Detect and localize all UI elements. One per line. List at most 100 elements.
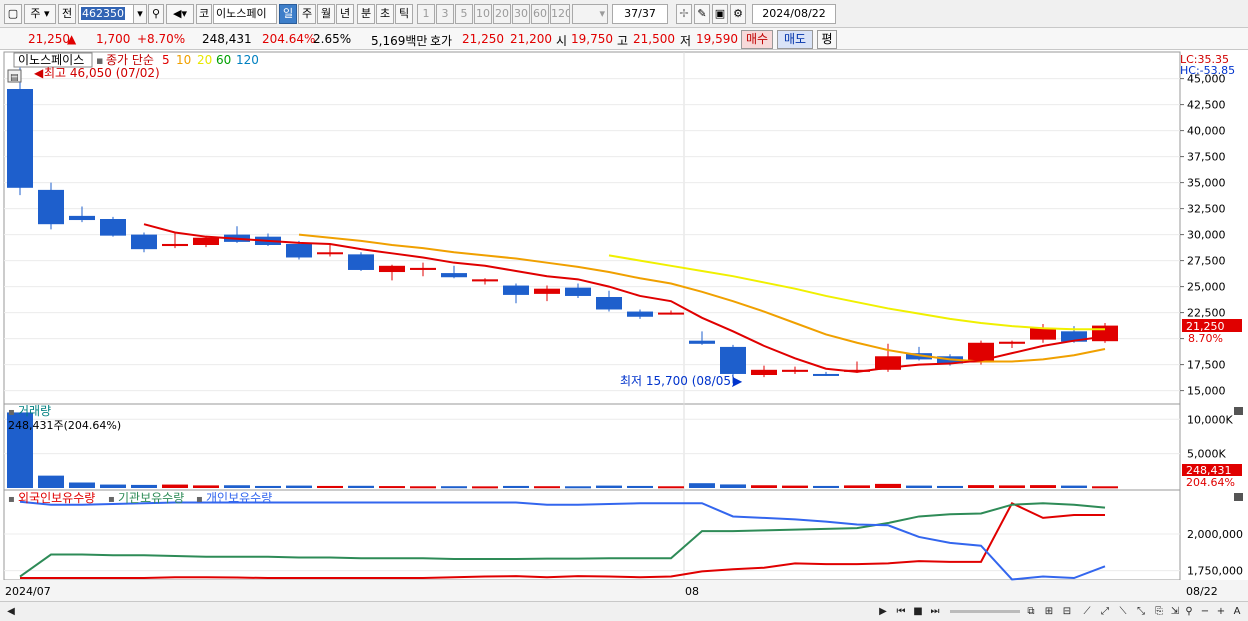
candle-body <box>348 254 374 270</box>
sell-button[interactable]: 매도 <box>777 30 813 49</box>
volume-bar <box>968 485 994 488</box>
zoom-search-icon[interactable]: ⚲ <box>1182 605 1196 619</box>
chart-scrollbar[interactable]: ◀ ▶ ⏮ ■ ⏭ ⧉ ⊞ ⊟ ⟋ ⤢ ⟍ ⤡ ⎘ ⇲ ⚲ − + A <box>0 601 1248 621</box>
stock-chart[interactable]: 15,00017,50022,50025,00027,50030,00032,5… <box>0 51 1248 601</box>
draw-channel-icon[interactable]: ⤡ <box>1134 605 1148 619</box>
data-counter-field[interactable]: 37/37 <box>612 4 668 24</box>
rewind-icon[interactable]: ⏮ <box>894 605 908 619</box>
volume-bar <box>627 486 653 488</box>
zoom-out-icon[interactable]: − <box>1198 605 1212 619</box>
holding-panel-close-icon[interactable] <box>1234 493 1243 501</box>
candle-body <box>286 244 312 258</box>
volume-bar <box>534 486 560 488</box>
code-dropdown-chevron-icon[interactable]: ▾ <box>133 4 147 24</box>
date-field[interactable]: 2024/08/22 <box>752 4 836 24</box>
search-icon[interactable]: ⚲ <box>148 4 164 24</box>
stock-code-value: 462350 <box>81 7 125 20</box>
volume-bar <box>410 486 436 488</box>
interval-3-button[interactable]: 3 <box>436 4 454 24</box>
window-tile-icon[interactable]: ⧉ <box>1024 605 1038 619</box>
settings-gear-icon[interactable]: ⚙ <box>730 4 746 24</box>
copy-icon[interactable]: ⎘ <box>1152 605 1166 619</box>
candle-body <box>38 190 64 224</box>
stop-icon[interactable]: ■ <box>911 605 925 619</box>
price-tick-label: 37,500 <box>1187 151 1226 164</box>
low-annotation: 최저 15,700 (08/05) <box>620 374 736 388</box>
volume-bar <box>751 485 777 488</box>
zoom-slider-track[interactable] <box>950 610 1020 613</box>
save-icon[interactable]: ▣ <box>712 4 728 24</box>
interval-10-button[interactable]: 10 <box>474 4 492 24</box>
font-size-icon[interactable]: A <box>1230 605 1244 619</box>
stock-name-field[interactable]: 이노스페이 <box>213 4 277 24</box>
interval-30-button[interactable]: 30 <box>512 4 530 24</box>
interval-5-button[interactable]: 5 <box>455 4 473 24</box>
volume-ratio: 204.64% <box>262 32 315 46</box>
interval-1-button[interactable]: 1 <box>417 4 435 24</box>
scroll-right-icon[interactable]: ▶ <box>876 605 890 619</box>
draw-fib-icon[interactable]: ⟍ <box>1116 605 1130 619</box>
market-select[interactable]: 주 ▾ <box>24 4 56 24</box>
holding-tick-label: 2,000,000 <box>1187 528 1243 541</box>
period-year-button[interactable]: 년 <box>336 4 354 24</box>
volume-y-axis: 5,000K10,000K <box>1187 413 1233 460</box>
candle-body <box>689 341 715 344</box>
counter-value: 37 <box>624 7 638 20</box>
volume-bar <box>1030 485 1056 488</box>
open-price: 19,750 <box>571 32 613 46</box>
layout-icon[interactable]: ▢ <box>4 4 22 24</box>
zoom-in-icon[interactable]: + <box>1214 605 1228 619</box>
buy-button[interactable]: 매수 <box>741 30 773 49</box>
chart-toolbar: ▢ 주 ▾ 전 462350 ▾ ⚲ ◀▾ 코 이노스페이 일 주 월 년 분 … <box>0 0 1248 28</box>
candle-body <box>472 279 498 281</box>
candle-body <box>658 313 684 315</box>
high-annotation: 최고 46,050 (07/02) <box>44 66 160 80</box>
volume-panel-close-icon[interactable] <box>1234 407 1243 415</box>
draw-tool-icon[interactable]: ✎ <box>694 4 710 24</box>
period-month-button[interactable]: 월 <box>317 4 335 24</box>
price-change: 1,700 <box>96 32 130 46</box>
price-tick-label: 27,500 <box>1187 255 1226 268</box>
interval-120-button[interactable]: 120 <box>550 4 570 24</box>
volume-bar <box>224 485 250 488</box>
price-tick-label: 42,500 <box>1187 99 1226 112</box>
price-tick-label: 25,000 <box>1187 281 1226 294</box>
view-select[interactable]: 전 <box>58 4 76 24</box>
volume-bar <box>565 486 591 488</box>
price-tick-label: 40,000 <box>1187 125 1226 138</box>
foreign-legend-marker-icon: ▪ <box>8 494 15 505</box>
layout-split-icon[interactable]: ⊞ <box>1042 605 1056 619</box>
interval-60-button[interactable]: 60 <box>531 4 549 24</box>
avg-button[interactable]: 평 <box>817 30 837 49</box>
interval-select[interactable]: ▾ <box>572 4 608 24</box>
volume-bar <box>689 483 715 488</box>
candle-body <box>1030 328 1056 339</box>
volume-bar <box>596 486 622 488</box>
sound-icon[interactable]: ◀▾ <box>166 4 194 24</box>
period-minute-button[interactable]: 분 <box>357 4 375 24</box>
x-axis-mid-label: 08 <box>685 585 699 598</box>
period-second-button[interactable]: 초 <box>376 4 394 24</box>
volume-panel <box>4 404 1180 490</box>
candle-body <box>534 289 560 294</box>
volume-bar <box>937 486 963 488</box>
layout-grid-icon[interactable]: ⊟ <box>1060 605 1074 619</box>
stock-code-input[interactable]: 462350 <box>78 4 136 24</box>
panel-menu-glyph: ▤ <box>10 73 19 83</box>
open-label: 시 <box>556 32 567 49</box>
interval-20-button[interactable]: 20 <box>493 4 511 24</box>
candle-body <box>69 216 95 220</box>
legend-ma60: 60 <box>216 53 231 67</box>
draw-line-icon[interactable]: ⟋ <box>1080 605 1094 619</box>
scroll-left-icon[interactable]: ◀ <box>4 605 18 619</box>
period-week-button[interactable]: 주 <box>298 4 316 24</box>
export-icon[interactable]: ⇲ <box>1168 605 1182 619</box>
crosshair-icon[interactable]: ✢ <box>676 4 692 24</box>
forward-icon[interactable]: ⏭ <box>928 605 942 619</box>
period-day-button[interactable]: 일 <box>279 4 297 24</box>
volume-bar <box>999 485 1025 488</box>
x-axis-start-label: 2024/07 <box>5 585 51 598</box>
individual-legend: 개인보유수량 <box>206 491 272 505</box>
period-tick-button[interactable]: 틱 <box>395 4 413 24</box>
draw-trend-icon[interactable]: ⤢ <box>1098 605 1112 619</box>
